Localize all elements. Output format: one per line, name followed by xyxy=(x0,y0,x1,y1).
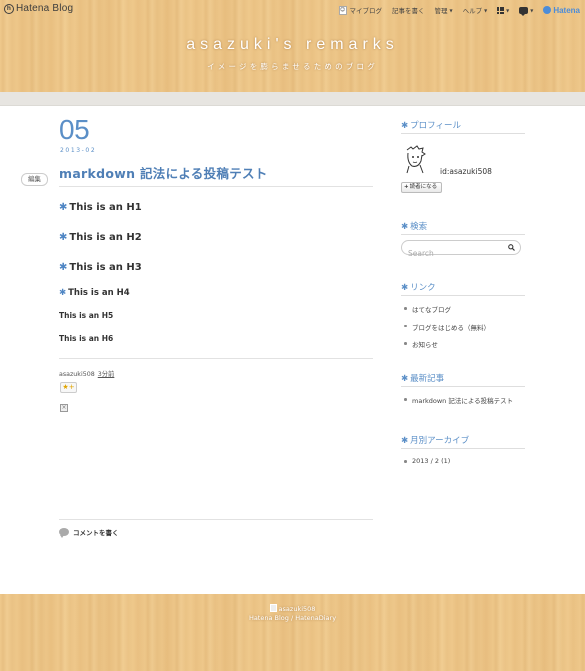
divider xyxy=(59,519,373,520)
recent-entries-list: markdown 記法による投稿テスト xyxy=(401,395,513,413)
chevron-down-icon: ▼ xyxy=(530,7,534,13)
archive-heading: ✱ 月別アーカイブ xyxy=(401,434,525,449)
blog-header: h Hatena Blog ☺ マイブログ 記事を書く 管理 ▼ ヘルプ ▼ ▼ xyxy=(0,0,585,92)
my-blog-label: マイブログ xyxy=(349,7,383,15)
recent-heading-text: 最新記事 xyxy=(410,374,445,384)
asterisk-icon: ✱ xyxy=(59,202,68,213)
heading-h5: This is an H5 xyxy=(59,311,114,320)
my-blog-link[interactable]: ☺ マイブログ xyxy=(338,5,383,15)
search-box xyxy=(401,240,521,260)
user-avatar-icon xyxy=(269,604,277,612)
search-heading-text: 検索 xyxy=(410,222,428,232)
avatar-icon: ☺ xyxy=(338,5,347,15)
apps-menu[interactable]: ▼ xyxy=(497,6,510,14)
asterisk-icon: ✱ xyxy=(401,436,409,446)
heading-h6: This is an H6 xyxy=(59,334,114,343)
links-heading-text: リンク xyxy=(410,283,436,293)
blog-footer: asazuki508 Hatena Blog / HatenaDiary xyxy=(0,594,585,671)
author-link[interactable]: asazuki508 xyxy=(59,371,95,378)
blog-description: イメージを膨らませるためのブログ xyxy=(207,62,378,71)
manage-menu[interactable]: 管理 ▼ xyxy=(435,5,453,15)
heading-h1: ✱ This is an H1 xyxy=(59,202,142,213)
heading-h4: ✱ This is an H4 xyxy=(59,288,130,298)
chevron-down-icon: ▼ xyxy=(484,7,488,13)
entry-meta: asazuki508 3分前 xyxy=(59,369,114,378)
blog-title[interactable]: asazuki's remarks xyxy=(0,36,585,54)
asterisk-icon: ✱ xyxy=(401,374,409,384)
archive-list: 2013 / 2 (1) xyxy=(401,457,450,473)
help-menu[interactable]: ヘルプ ▼ xyxy=(463,5,488,15)
asterisk-icon: ✱ xyxy=(59,288,67,298)
profile-avatar[interactable] xyxy=(401,144,429,174)
hatena-blog-logo-text: Hatena Blog xyxy=(16,3,74,14)
write-entry-label: 記事を書く xyxy=(392,7,425,15)
asterisk-icon: ✱ xyxy=(401,222,409,232)
footer-user[interactable]: asazuki508 xyxy=(0,604,585,614)
apps-grid-icon xyxy=(497,6,505,14)
asterisk-icon: ✱ xyxy=(401,283,409,293)
footer-user-name: asazuki508 xyxy=(278,605,316,613)
asterisk-icon: ✱ xyxy=(401,121,409,131)
hatena-logo-icon xyxy=(543,6,552,14)
add-star-button[interactable]: ★+ xyxy=(60,382,77,393)
entry-title[interactable]: markdown 記法による投稿テスト xyxy=(59,163,268,182)
broken-image-icon: × xyxy=(60,404,68,412)
sidebar-link-item[interactable]: はてなブログ xyxy=(401,304,490,314)
manage-label: 管理 xyxy=(434,7,448,15)
hatena-brand-label: Hatena xyxy=(553,5,580,15)
notification-icon xyxy=(519,6,529,16)
recent-entries-heading: ✱ 最新記事 xyxy=(401,372,525,387)
search-icon[interactable] xyxy=(508,244,515,251)
content-area: 05 2013-02 編集 markdown 記法による投稿テスト ✱ This … xyxy=(0,106,585,594)
links-list: はてなブログ ブログをはじめる（無料） お知らせ xyxy=(401,304,490,357)
archive-item[interactable]: 2013 / 2 (1) xyxy=(401,457,450,465)
global-menu: ☺ マイブログ 記事を書く 管理 ▼ ヘルプ ▼ ▼ ▼ Hatena xyxy=(338,4,585,16)
write-comment-link[interactable]: コメントを書く xyxy=(59,527,119,538)
archive-heading-text: 月別アーカイブ xyxy=(410,436,470,446)
profile-heading: ✱ プロフィール xyxy=(401,119,525,134)
write-comment-label: コメントを書く xyxy=(73,529,119,537)
heading-text: This is an H3 xyxy=(69,262,142,273)
recent-entry-item[interactable]: markdown 記法による投稿テスト xyxy=(401,395,513,405)
profile-heading-text: プロフィール xyxy=(410,121,461,131)
sidebar-link-item[interactable]: お知らせ xyxy=(401,339,490,349)
entry-date-day[interactable]: 05 xyxy=(59,114,90,146)
hatena-blog-logo[interactable]: h Hatena Blog xyxy=(4,3,73,14)
hatena-link[interactable]: Hatena xyxy=(543,6,580,15)
asterisk-icon: ✱ xyxy=(59,262,68,273)
notification-menu[interactable]: ▼ xyxy=(519,6,534,16)
header-divider xyxy=(0,92,585,106)
subscribe-button[interactable]: +読者になる xyxy=(401,182,442,193)
chevron-down-icon: ▼ xyxy=(506,7,510,13)
links-heading: ✱ リンク xyxy=(401,281,525,296)
divider xyxy=(59,186,373,187)
comment-bubble-icon xyxy=(59,528,69,538)
write-entry-link[interactable]: 記事を書く xyxy=(392,5,425,15)
subscribe-label: 読者になる xyxy=(409,184,438,190)
entry-time-link[interactable]: 3分前 xyxy=(98,371,115,378)
heading-text: This is an H2 xyxy=(69,232,142,243)
heading-text: This is an H1 xyxy=(69,202,142,213)
help-label: ヘルプ xyxy=(462,7,483,15)
footer-links[interactable]: Hatena Blog / HatenaDiary xyxy=(0,614,585,623)
sidebar-link-item[interactable]: ブログをはじめる（無料） xyxy=(401,322,490,332)
heading-h3: ✱ This is an H3 xyxy=(59,262,142,273)
profile-id-link[interactable]: id:asazuki508 xyxy=(440,167,492,176)
heading-h2: ✱ This is an H2 xyxy=(59,232,142,243)
chevron-down-icon: ▼ xyxy=(449,7,453,13)
divider xyxy=(59,358,373,359)
footer-content: asazuki508 Hatena Blog / HatenaDiary xyxy=(0,604,585,623)
edit-button[interactable]: 編集 xyxy=(21,173,48,186)
search-heading: ✱ 検索 xyxy=(401,220,525,235)
hatena-blog-logo-icon: h xyxy=(4,3,14,14)
asterisk-icon: ✱ xyxy=(59,232,68,243)
entry-date-year-month: 2013-02 xyxy=(60,147,97,154)
global-header-bar: h Hatena Blog ☺ マイブログ 記事を書く 管理 ▼ ヘルプ ▼ ▼ xyxy=(0,0,585,18)
search-input[interactable] xyxy=(402,247,502,260)
plus-icon: + xyxy=(404,184,409,190)
heading-text: This is an H4 xyxy=(68,288,130,298)
